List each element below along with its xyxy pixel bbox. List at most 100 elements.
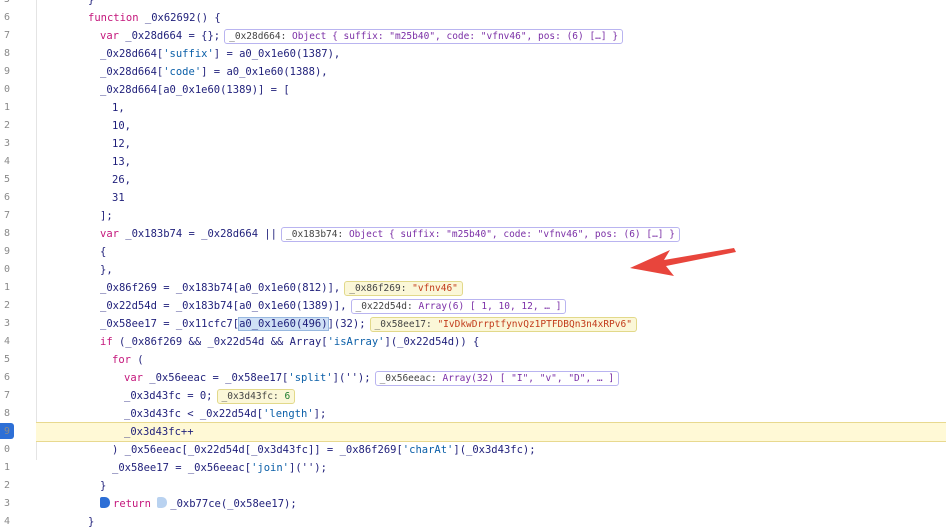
code-line[interactable]: 9{ — [0, 243, 946, 261]
keyword-token: var — [100, 228, 119, 240]
line-number: 2 — [3, 120, 10, 131]
code-line[interactable]: 4 13, — [0, 153, 946, 171]
badge-variable-name: _0x183b74: — [286, 229, 349, 240]
code-line[interactable]: 2 _0x22d54d = _0x183b74[a0_0x1e60(1389)],… — [0, 297, 946, 315]
code-line[interactable]: 5 for ( — [0, 351, 946, 369]
code-text: _0x22d54d = _0x183b74[a0_0x1e60(1389)], _… — [100, 297, 567, 315]
code-text: } — [100, 477, 106, 495]
code-token: ](''); — [332, 372, 371, 384]
code-text: ) _0x56eeac[_0x22d54d[_0x3d43fc]] = _0x8… — [112, 441, 536, 459]
code-line[interactable]: 6 function _0x62692() { — [0, 9, 946, 27]
code-token: _0x86f269 = _0x183b74[a0_0x1e60(812)], — [100, 282, 341, 294]
code-line[interactable]: 8 var _0x183b74 = _0x28d664 || _0x183b74: … — [0, 225, 946, 243]
code-token: 26, — [112, 174, 131, 186]
line-number: 3 — [3, 498, 10, 509]
code-line[interactable]: 6 31 — [0, 189, 946, 207]
code-text: _0x86f269 = _0x183b74[a0_0x1e60(812)], _0… — [100, 279, 463, 297]
inline-breakpoint-icon[interactable] — [157, 497, 168, 508]
line-number: 5 — [3, 174, 10, 185]
code-line[interactable]: 0}, — [0, 261, 946, 279]
line-number: 3 — [3, 138, 10, 149]
line-number: 4 — [3, 516, 10, 527]
code-line[interactable]: 3 _0x58ee17 = _0x11cfc7[a0_0x1e60(496)](3… — [0, 315, 946, 333]
keyword-token: for — [112, 354, 131, 366]
code-line[interactable]: 5 26, — [0, 171, 946, 189]
code-text: function _0x62692() { — [88, 9, 221, 27]
badge-variable-name: _0x56eeac: — [379, 373, 443, 384]
badge-value: Array(32) [ "I", "v", "D", … ] — [442, 373, 615, 384]
badge-value: Object { suffix: "m25b40", code: "vfnv46… — [348, 229, 675, 240]
code-token: ) _0x56eeac[_0x22d54d[_0x3d43fc]] = _0x8… — [112, 444, 403, 456]
code-line[interactable]: 1 1, — [0, 99, 946, 117]
code-text: } — [88, 0, 94, 9]
code-text: _0x3d43fc++ — [124, 423, 194, 441]
code-line[interactable]: 8 _0x3d43fc < _0x22d54d['length']; — [0, 405, 946, 423]
code-text: _0x3d43fc = 0; _0x3d43fc: 6 — [124, 387, 296, 405]
code-token: 13, — [112, 156, 131, 168]
code-text: _0x3d43fc < _0x22d54d['length']; — [124, 405, 326, 423]
code-line[interactable]: 6 var _0x56eeac = _0x58ee17['split']('');… — [0, 369, 946, 387]
line-number: 4 — [3, 156, 10, 167]
code-line[interactable]: 7 var _0x28d664 = {}; _0x28d664: Object { … — [0, 27, 946, 45]
line-number: 5 — [0, 0, 10, 9]
inline-value-preview-badge[interactable]: _0x56eeac: Array(32) [ "I", "v", "D", … … — [374, 371, 620, 386]
inline-value-preview-badge[interactable]: _0x183b74: Object { suffix: "m25b40", co… — [281, 227, 680, 242]
inline-value-preview-badge[interactable]: _0x86f269: "vfnv46" — [344, 281, 463, 296]
code-line[interactable]: 4} — [0, 513, 946, 531]
code-line[interactable]: 3 12, — [0, 135, 946, 153]
string-token: 'charAt' — [402, 444, 454, 456]
keyword-token: function — [88, 12, 139, 24]
badge-variable-name: _0x28d664: — [229, 31, 293, 42]
inline-value-preview-badge[interactable]: _0x22d54d: Array(6) [ 1, 10, 12, … ] — [350, 299, 567, 314]
code-text: 1, — [112, 99, 125, 117]
badge-value: Object { suffix: "m25b40", code: "vfnv46… — [292, 31, 619, 42]
source-code-editor[interactable]: 5} 6 function _0x62692() {7 var _0x28d664 =… — [0, 0, 946, 528]
code-token: ](_0x22d54d)) { — [384, 336, 480, 348]
line-number: 4 — [3, 336, 10, 347]
string-token: 'code' — [163, 66, 202, 78]
code-token: 1, — [112, 102, 125, 114]
inline-value-preview-badge[interactable]: _0x58ee17: "IvDkwDrrptfynvQz1PTFDBQn3n4x… — [369, 317, 637, 332]
keyword-token: if — [100, 336, 113, 348]
code-line[interactable]: 3 return _0xb77ce(_0x58ee17); — [0, 495, 946, 513]
line-number: 6 — [3, 192, 10, 203]
breakpoint-icon[interactable] — [100, 497, 110, 508]
code-text: var _0x183b74 = _0x28d664 || _0x183b74: O… — [100, 225, 680, 243]
code-line[interactable]: 9 _0x3d43fc++ — [0, 423, 946, 441]
code-line[interactable]: 0 _0x28d664[a0_0x1e60(1389)] = [ — [0, 81, 946, 99]
code-line[interactable]: 7 _0x3d43fc = 0; _0x3d43fc: 6 — [0, 387, 946, 405]
code-text: 26, — [112, 171, 131, 189]
code-line[interactable]: 0) _0x56eeac[_0x22d54d[_0x3d43fc]] = _0x… — [0, 441, 946, 459]
code-line[interactable]: 2 10, — [0, 117, 946, 135]
line-number: 6 — [3, 12, 10, 23]
code-text: 12, — [112, 135, 131, 153]
line-number: 2 — [3, 300, 10, 311]
line-number: 9 — [3, 246, 10, 257]
code-text: _0x28d664['suffix'] = a0_0x1e60(1387), — [100, 45, 340, 63]
line-number: 8 — [3, 48, 10, 59]
code-line[interactable]: 1 _0x58ee17 = _0x56eeac['join'](''); — [0, 459, 946, 477]
line-number: 7 — [3, 210, 10, 221]
badge-variable-name: _0x86f269: — [349, 283, 413, 294]
code-line[interactable]: 1 _0x86f269 = _0x183b74[a0_0x1e60(812)], _… — [0, 279, 946, 297]
code-token: (_0x86f269 && _0x22d54d && Array[ — [112, 336, 328, 348]
code-token: 10, — [112, 120, 131, 132]
code-line[interactable]: 4 if (_0x86f269 && _0x22d54d && Array['is… — [0, 333, 946, 351]
code-line[interactable]: 2} — [0, 477, 946, 495]
code-line[interactable]: 8 _0x28d664['suffix'] = a0_0x1e60(1387), — [0, 45, 946, 63]
badge-variable-name: _0x58ee17: — [374, 319, 438, 330]
code-text: } — [88, 513, 94, 531]
code-text: _0x28d664[a0_0x1e60(1389)] = [ — [100, 81, 290, 99]
string-token: 'split' — [288, 372, 333, 384]
code-line[interactable]: 7]; — [0, 207, 946, 225]
code-line[interactable]: 5} — [0, 0, 946, 9]
code-token: _0x56eeac = _0x58ee17[ — [142, 372, 289, 384]
code-line[interactable]: 9 _0x28d664['code'] = a0_0x1e60(1388), — [0, 63, 946, 81]
line-number: 9 — [3, 426, 10, 437]
inline-value-preview-badge[interactable]: _0x28d664: Object { suffix: "m25b40", co… — [224, 29, 624, 44]
inline-value-preview-badge[interactable]: _0x3d43fc: 6 — [216, 389, 296, 404]
code-text: return _0xb77ce(_0x58ee17); — [100, 495, 297, 513]
keyword-token: return — [113, 498, 151, 510]
red-annotation-arrow-icon — [630, 248, 736, 276]
code-token: _0x22d54d = _0x183b74[a0_0x1e60(1389)], — [100, 300, 347, 312]
